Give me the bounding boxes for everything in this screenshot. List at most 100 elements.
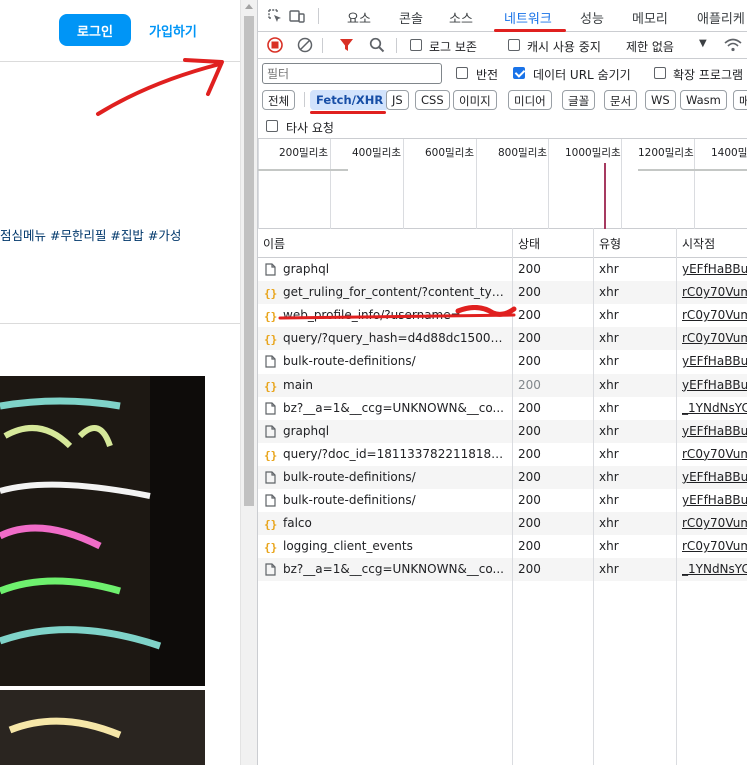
scrollbar-thumb[interactable] [244, 16, 254, 506]
svg-text:{}: {} [264, 518, 277, 530]
request-name[interactable]: main [283, 378, 508, 392]
tab-network[interactable]: 네트워크 [504, 8, 552, 27]
filter-chip-manifest[interactable]: 매 [733, 90, 747, 110]
filter-funnel-icon[interactable] [339, 38, 354, 53]
request-row[interactable]: bz?__a=1&__ccg=UNKNOWN&__co... 200 xhr _1YN… [258, 397, 747, 420]
search-icon[interactable] [369, 37, 385, 53]
invert-checkbox[interactable] [456, 67, 468, 79]
request-name[interactable]: bulk-route-definitions/ [283, 354, 508, 368]
request-name[interactable]: graphql [283, 424, 508, 438]
filter-chip-font[interactable]: 글꼴 [562, 90, 596, 110]
filter-chip-doc[interactable]: 문서 [604, 90, 638, 110]
request-initiator-link[interactable]: rC0y70Vum [682, 285, 747, 299]
filter-input[interactable] [262, 63, 442, 84]
request-initiator-link[interactable]: rC0y70Vum [682, 447, 747, 461]
filter-chip-ws[interactable]: WS [645, 90, 676, 110]
scroll-up-arrow[interactable] [245, 4, 253, 9]
request-name[interactable]: bulk-route-definitions/ [283, 470, 508, 484]
third-party-checkbox[interactable] [266, 120, 278, 132]
request-status: 200 [518, 562, 541, 577]
request-row[interactable]: {} get_ruling_for_content/?content_typ...… [258, 281, 747, 305]
request-name[interactable]: query/?query_hash=d4d88dc150031... [283, 331, 508, 345]
request-status: 200 [518, 469, 541, 484]
request-name[interactable]: bulk-route-definitions/ [283, 493, 508, 507]
page-scrollbar[interactable] [240, 0, 257, 765]
request-status: 200 [518, 400, 541, 415]
filter-chip-all[interactable]: 전체 [262, 90, 296, 110]
request-row[interactable]: {} query/?query_hash=d4d88dc150031... 200 x… [258, 327, 747, 351]
filter-chip-fetch-xhr[interactable]: Fetch/XHR [310, 90, 390, 110]
tab-console[interactable]: 콘솔 [399, 8, 423, 27]
request-name[interactable]: query/?doc_id=18113378221181848... [283, 447, 508, 461]
tab-sources[interactable]: 소스 [449, 8, 473, 27]
request-initiator-link[interactable]: yEFfHaBBu3 [682, 378, 747, 392]
menu-board-image [0, 376, 205, 686]
request-initiator-link[interactable]: yEFfHaBBu3 [682, 262, 747, 276]
request-initiator-link[interactable]: yEFfHaBBu3 [682, 424, 747, 438]
request-row[interactable]: bulk-route-definitions/200 xhr yEFfHaBBu3 [258, 350, 747, 373]
request-row[interactable]: graphql 200 xhr yEFfHaBBu3 [258, 419, 747, 443]
request-row[interactable]: bulk-route-definitions/200 xhr yEFfHaBBu3 [258, 489, 747, 512]
hide-extension-checkbox[interactable] [654, 67, 666, 79]
filter-chip-media[interactable]: 미디어 [508, 90, 552, 110]
timeline-gridline [694, 139, 695, 229]
request-initiator-link[interactable]: _1YNdNsYC [682, 401, 747, 415]
request-row[interactable]: bz?__a=1&__ccg=UNKNOWN&__co... 200 xhr _1YN… [258, 558, 747, 582]
column-header-status[interactable]: 상태 [518, 235, 540, 252]
record-stop-icon[interactable] [267, 37, 283, 53]
table-body: bz?__a=1&__ccg=UNKNOWN&__co... 200 xhr _1YN… [258, 228, 747, 765]
request-name[interactable]: falco [283, 516, 508, 530]
devtools-panel: 요소 콘솔 소스 네트워크 성능 메모리 애플리케 로그 보존 캐시 사용 중지 [257, 0, 747, 765]
column-header-initiator[interactable]: 시작점 [682, 235, 715, 252]
tab-application[interactable]: 애플리케 [697, 8, 745, 27]
tab-performance[interactable]: 성능 [580, 8, 604, 27]
column-header-name[interactable]: 이름 [263, 235, 285, 252]
request-name[interactable]: get_ruling_for_content/?content_typ... [283, 285, 508, 299]
request-row[interactable]: {} query/?doc_id=18113378221181848... 200 x… [258, 443, 747, 466]
filter-chip-css[interactable]: CSS [415, 90, 450, 110]
request-initiator-link[interactable]: yEFfHaBBu3 [682, 493, 747, 507]
request-initiator-link[interactable]: rC0y70Vum [682, 308, 747, 322]
timeline-waterfall-bar [258, 169, 348, 171]
tab-elements[interactable]: 요소 [347, 8, 371, 27]
device-toolbar-icon[interactable] [289, 8, 305, 24]
request-row[interactable]: {} main 200 xhr yEFfHaBBu3 [258, 373, 747, 397]
throttling-select[interactable]: 제한 없음 [626, 38, 674, 55]
request-initiator-link[interactable]: rC0y70Vum [682, 539, 747, 553]
request-row[interactable]: {} logging_client_events 200 xhr rC0y70Vum [258, 535, 747, 558]
request-row[interactable]: graphql 200 xhr yEFfHaBBu3 [258, 258, 747, 281]
request-status: 200 [518, 308, 541, 323]
network-conditions-wifi-icon[interactable] [724, 38, 742, 52]
signup-link[interactable]: 가입하기 [149, 21, 197, 40]
inspect-element-icon[interactable] [267, 8, 283, 24]
request-initiator-link[interactable]: _1YNdNsYC [682, 562, 747, 576]
request-name[interactable]: bz?__a=1&__ccg=UNKNOWN&__co... [283, 401, 508, 415]
filter-chip-wasm[interactable]: Wasm [680, 90, 727, 110]
request-initiator-link[interactable]: yEFfHaBBu3 [682, 354, 747, 368]
login-button[interactable]: 로그인 [59, 14, 131, 46]
post-photo-secondary[interactable] [0, 690, 205, 765]
request-initiator-link[interactable]: rC0y70Vum [682, 331, 747, 345]
request-name[interactable]: bz?__a=1&__ccg=UNKNOWN&__co... [283, 562, 508, 576]
disable-cache-checkbox[interactable] [508, 39, 520, 51]
filter-chip-js[interactable]: JS [386, 90, 409, 110]
request-row[interactable]: {} falco 200 xhr rC0y70Vum [258, 512, 747, 536]
request-row[interactable]: bulk-route-definitions/200 xhr yEFfHaBBu3 [258, 465, 747, 489]
preserve-log-checkbox[interactable] [410, 39, 422, 51]
annotation-scribble [278, 305, 517, 320]
filter-chip-image[interactable]: 이미지 [453, 90, 497, 110]
request-type: xhr [599, 539, 619, 554]
request-initiator-link[interactable]: rC0y70Vum [682, 516, 747, 530]
request-name[interactable]: graphql [283, 262, 508, 276]
post-photo-menu-board[interactable] [0, 376, 205, 686]
column-header-type[interactable]: 유형 [599, 235, 621, 252]
request-initiator-link[interactable]: yEFfHaBBu3 [682, 470, 747, 484]
hide-data-urls-checkbox[interactable] [513, 67, 525, 79]
clear-icon[interactable] [297, 37, 313, 53]
network-toolbar: 로그 보존 캐시 사용 중지 제한 없음 ▼ [258, 32, 747, 59]
tab-memory[interactable]: 메모리 [632, 8, 668, 27]
chevron-down-icon[interactable]: ▼ [699, 38, 707, 49]
network-overview-timeline[interactable]: 200밀리초 400밀리초 600밀리초 800밀리초 1000밀리초 1200… [258, 139, 747, 229]
request-name[interactable]: logging_client_events [283, 539, 508, 553]
post-hashtags[interactable]: 점심메뉴 #무한리필 #집밥 #가성 [0, 225, 181, 244]
